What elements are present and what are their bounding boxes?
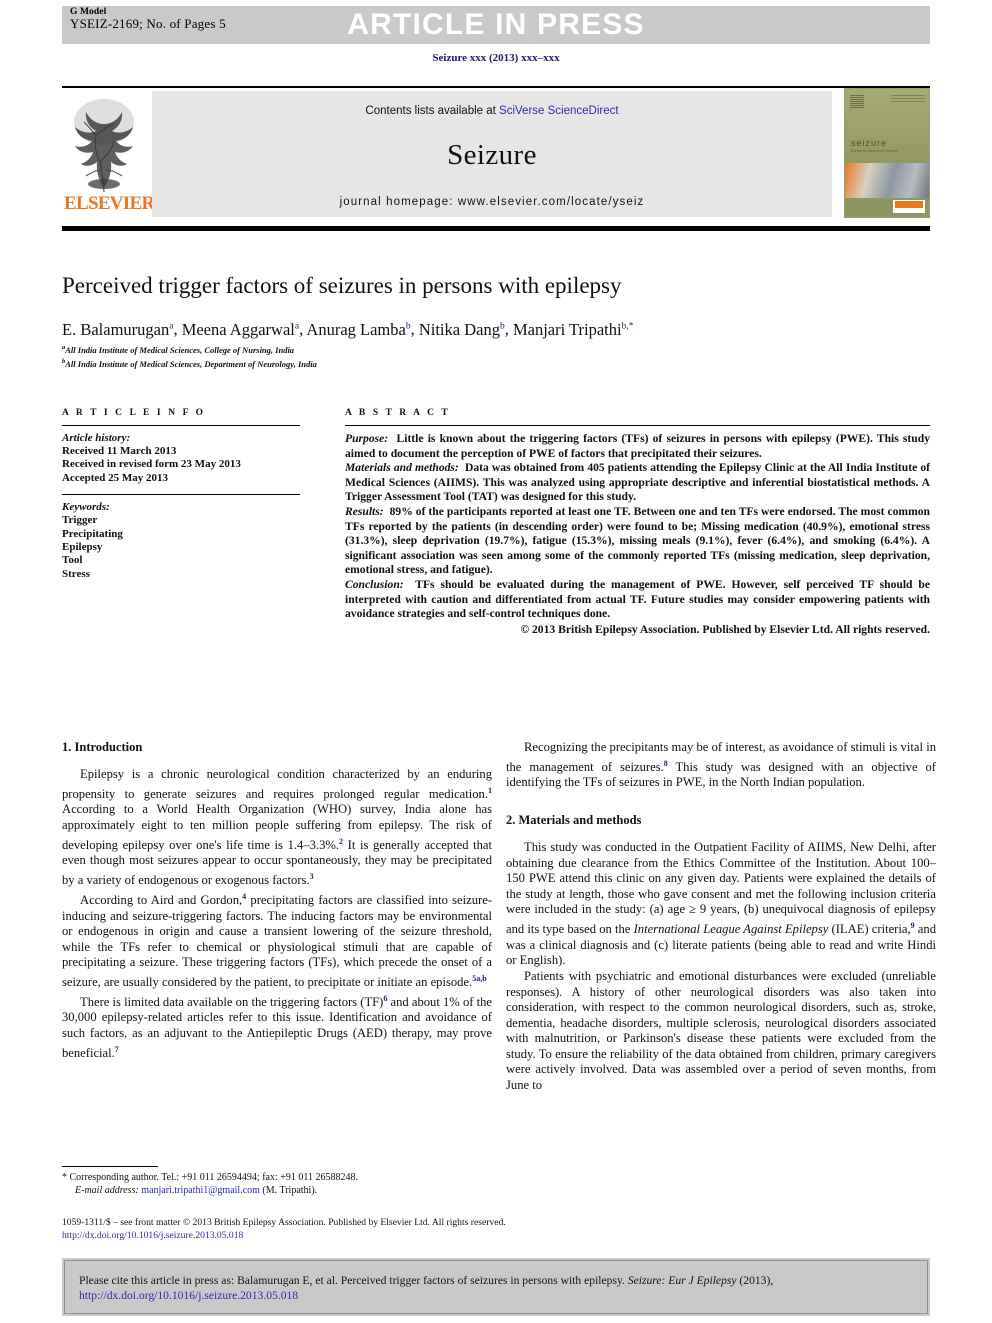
keyword-item: Tool (62, 554, 83, 567)
journal-cover-thumbnail: seizure European Journal of Epilepsy (844, 88, 930, 218)
cover-photo (845, 163, 929, 198)
author-list: E. Balamurugana, Meena Aggarwala, Anurag… (62, 319, 634, 339)
body-column-left: 1. Introduction Epilepsy is a chronic ne… (62, 740, 492, 1061)
elsevier-logo: ELSEVIER (62, 90, 155, 220)
article-info-divider (62, 425, 300, 426)
corresponding-author-text: Corresponding author. Tel.: +91 011 2659… (69, 1172, 359, 1183)
cover-barcode-mark (850, 95, 864, 110)
abstract-section: Conclusion: TFs should be evaluated duri… (345, 577, 930, 621)
keywords-items: Trigger Precipitating Epilepsy Tool Stress (62, 514, 300, 581)
author-name: Anurag Lambab (306, 319, 411, 339)
author-name: Nitika Dangb (418, 319, 505, 339)
article-info-heading: A R T I C L E I N F O (62, 408, 206, 418)
cover-issue-text (891, 95, 925, 103)
abstract-body: Purpose: Little is known about the trigg… (345, 432, 930, 622)
abstract-copyright: © 2013 British Epilepsy Association. Pub… (520, 622, 930, 636)
footnote-rule (62, 1166, 158, 1167)
page-title: Perceived trigger factors of seizures in… (62, 273, 622, 298)
corresponding-author-line: * Corresponding author. Tel.: +91 011 26… (62, 1172, 492, 1185)
article-history-item: Accepted 25 May 2013 (62, 471, 169, 484)
keywords-label: Keywords: (62, 500, 110, 513)
corresponding-author-footnote: * Corresponding author. Tel.: +91 011 26… (62, 1172, 492, 1197)
masthead-rule-bottom (62, 226, 930, 231)
contents-prefix: Contents lists available at (365, 105, 500, 117)
sciencedirect-link[interactable]: SciVerse ScienceDirect (499, 105, 619, 117)
elsevier-wordmark: ELSEVIER (64, 193, 155, 214)
cover-journal-subtitle: European Journal of Epilepsy (851, 149, 898, 154)
article-info-column: A R T I C L E I N F O Article history: R… (62, 408, 300, 581)
author-affiliation-mark: b,* (621, 321, 634, 331)
body-paragraph: Epilepsy is a chronic neurological condi… (62, 767, 492, 888)
abstract-section: Materials and methods: Data was obtained… (345, 461, 930, 504)
email-label: E-mail address: (75, 1184, 139, 1196)
keywords-divider (62, 493, 300, 495)
elsevier-tree-icon (74, 99, 134, 193)
cite-doi-link[interactable]: http://dx.doi.org/10.1016/j.seizure.2013… (79, 1289, 298, 1302)
cite-year: (2013), (736, 1274, 774, 1287)
materials-methods-paragraphs: This study was conducted in the Outpatie… (506, 840, 936, 1094)
masthead-center-box: Contents lists available at SciVerse Sci… (152, 91, 832, 217)
keyword-item: Trigger (62, 514, 98, 527)
front-matter-block: 1059-1311/$ – see front matter © 2013 Br… (62, 1217, 942, 1242)
body-paragraph: According to Aird and Gordon,4 precipita… (62, 891, 492, 990)
journal-reference-line: Seizure xxx (2013) xxx–xxx (432, 52, 560, 64)
affiliation-mark: b (62, 358, 66, 366)
journal-title: Seizure (447, 139, 537, 171)
masthead-rule-top (62, 86, 930, 88)
article-history-label: Article history: (62, 432, 131, 444)
author-name: Manjari Tripathib,* (512, 319, 634, 339)
footnote-marker: * (62, 1172, 67, 1183)
contents-list-line: Contents lists available at SciVerse Sci… (152, 105, 832, 117)
abstract-section-label: Materials and methods: (345, 461, 459, 475)
section-heading-materials-methods: 2. Materials and methods (506, 812, 642, 827)
body-column-right: Recognizing the precipitants may be of i… (506, 740, 936, 1094)
cite-article-text: Please cite this article in press as: Ba… (64, 1260, 928, 1314)
cite-prefix: Please cite this article in press as: Ba… (79, 1274, 628, 1287)
article-history-items: Received 11 March 2013 Received in revise… (62, 445, 300, 485)
status-banner-text: ARTICLE IN PRESS (347, 8, 645, 41)
section-heading-introduction: 1. Introduction (62, 740, 143, 754)
journal-homepage-link[interactable]: journal homepage: www.elsevier.com/locat… (152, 196, 832, 208)
keywords-block: Keywords: Trigger Precipitating Epilepsy To… (62, 501, 300, 581)
intro-continuation-paragraph: Recognizing the precipitants may be of i… (506, 740, 936, 790)
affiliation-mark: a (62, 344, 66, 351)
article-history: Article history: Received 11 March 2013 R… (62, 432, 300, 485)
introduction-paragraphs: Epilepsy is a chronic neurological condi… (62, 767, 492, 1061)
affiliation-item: bAll India Institute of Medical Sciences… (62, 358, 317, 370)
journal-masthead: ELSEVIER Contents lists available at Sci… (62, 88, 930, 220)
body-paragraph: This study was conducted in the Outpatie… (506, 839, 936, 968)
affiliation-list: aAll India Institute of Medical Sciences… (62, 342, 930, 371)
email-link[interactable]: manjari.tripathi1@gmail.com (141, 1185, 260, 1196)
abstract-section-label: Purpose: (345, 432, 389, 445)
keyword-item: Precipitating (62, 527, 123, 540)
article-history-item: Received 11 March 2013 (62, 445, 177, 458)
abstract-section-label: Results: (345, 504, 384, 518)
abstract-section-label: Conclusion: (345, 577, 404, 591)
front-matter-line: 1059-1311/$ – see front matter © 2013 Br… (62, 1217, 506, 1228)
email-line: E-mail address: manjari.tripathi1@gmail.… (62, 1185, 492, 1198)
article-history-item: Received in revised form 23 May 2013 (62, 458, 241, 471)
author-name: E. Balamurugana (62, 319, 174, 339)
cover-elsevier-badge (893, 200, 925, 213)
cite-journal-name: Seizure: Eur J Epilepsy (627, 1274, 737, 1287)
body-paragraph: There is limited data available on the t… (62, 993, 492, 1060)
article-page: G Model YSEIZ-2169; No. of Pages 5 ARTIC… (0, 0, 992, 1323)
affiliation-item: aAll India Institute of Medical Sciences… (62, 344, 295, 355)
abstract-heading: A B S T R A C T (345, 408, 451, 418)
abstract-section: Results: 89% of the participants reporte… (345, 504, 930, 577)
cite-article-box: Please cite this article in press as: Ba… (62, 1258, 930, 1316)
keyword-item: Epilepsy (62, 541, 103, 554)
body-paragraph: Patients with psychiatric and emotional … (506, 968, 936, 1093)
author-name: Meena Aggarwala (181, 319, 300, 339)
front-matter-doi-link[interactable]: http://dx.doi.org/10.1016/j.seizure.2013… (62, 1230, 942, 1243)
cover-journal-title: seizure (851, 137, 888, 148)
abstract-column: A B S T R A C T Purpose: Little is known… (345, 408, 930, 637)
email-owner: (M. Tripathi). (262, 1184, 318, 1196)
abstract-section: Purpose: Little is known about the trigg… (345, 432, 930, 460)
keyword-item: Stress (62, 567, 90, 580)
abstract-divider (345, 425, 930, 426)
